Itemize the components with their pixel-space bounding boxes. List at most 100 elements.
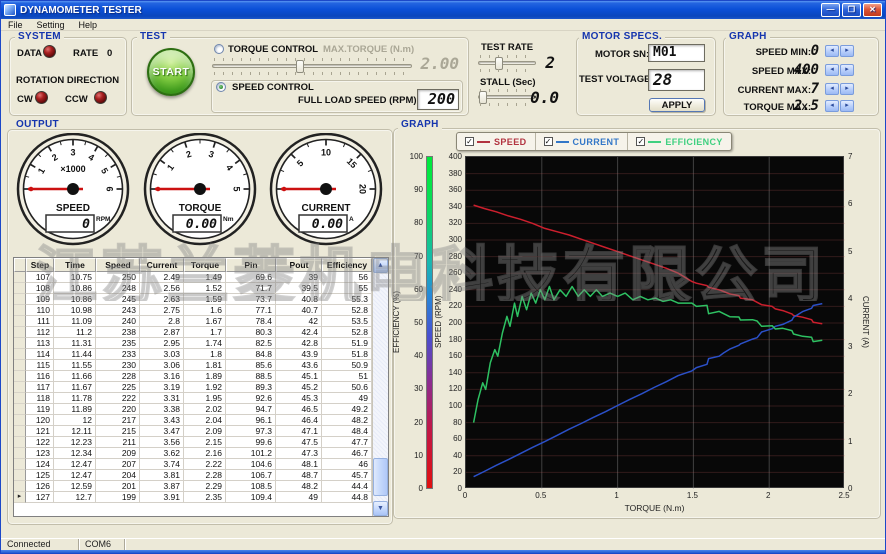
column-header-efficiency[interactable]: Efficiency [322,258,372,272]
row-selector[interactable] [14,470,26,481]
table-row[interactable]: 11611.662283.161.8988.545.151 [14,371,372,382]
spin-left-icon[interactable]: ◂ [825,83,839,95]
scroll-down-icon[interactable]: ▼ [373,501,388,516]
table-row[interactable]: 10910.862452.631.5973.740.855.3 [14,294,372,305]
table-row[interactable]: 11211.22382.871.780.342.452.8 [14,327,372,338]
spin-left-icon[interactable]: ◂ [825,100,839,112]
row-selector[interactable] [14,327,26,338]
scroll-up-icon[interactable]: ▲ [373,258,388,273]
row-selector[interactable] [14,448,26,459]
row-selector[interactable] [14,349,26,360]
spin-right-icon[interactable]: ▸ [840,100,854,112]
speed-max-spinner[interactable]: ◂ ▸ [825,64,854,76]
table-cell: 125 [26,470,54,481]
max-torque-slider[interactable] [212,58,412,75]
table-cell: 48.2 [276,481,322,492]
table-cell: 2.15 [184,437,226,448]
row-selector[interactable] [14,437,26,448]
table-cell: 2.95 [140,338,184,349]
table-cell: 11.2 [54,327,96,338]
column-header-current[interactable]: Current [140,258,184,272]
column-header-pout[interactable]: Pout [276,258,322,272]
table-row[interactable]: 120122173.432.0496.146.448.2 [14,415,372,426]
torque-max-spinner[interactable]: ◂ ▸ [825,100,854,112]
table-cell: 56 [322,272,372,283]
start-button[interactable]: START [147,48,195,96]
row-selector[interactable] [14,393,26,404]
speed-max-value: 400 [781,62,819,78]
row-selector[interactable] [14,316,26,327]
table-cell: 2.35 [184,492,226,503]
row-selector[interactable] [14,404,26,415]
title-bar[interactable]: DYNAMOMETER TESTER — ❐ ✕ [1,1,885,19]
axis-tick: 2.5 [833,491,855,500]
spin-right-icon[interactable]: ▸ [840,64,854,76]
table-row[interactable]: 12612.592013.872.29108.548.244.4 [14,481,372,492]
row-selector[interactable] [14,415,26,426]
spin-left-icon[interactable]: ◂ [825,45,839,57]
row-selector[interactable] [14,272,26,283]
table-row[interactable]: 10710.752502.491.4969.63956 [14,272,372,283]
row-selector[interactable] [14,371,26,382]
efficiency-checkbox[interactable]: ✓ [636,137,645,146]
axis-tick: 360 [441,185,462,194]
row-selector[interactable] [14,481,26,492]
spin-right-icon[interactable]: ▸ [840,45,854,57]
torque-control-radio[interactable] [214,44,224,54]
speed-min-spinner[interactable]: ◂ ▸ [825,45,854,57]
scrollbar-thumb[interactable] [373,458,388,496]
table-row[interactable]: 12312.342093.622.16101.247.346.7 [14,448,372,459]
row-selector[interactable] [14,382,26,393]
table-row[interactable]: 10810.862482.561.5271.739.555 [14,283,372,294]
spin-left-icon[interactable]: ◂ [825,64,839,76]
table-row[interactable]: 11010.982432.751.677.140.752.8 [14,305,372,316]
motor-sn-field[interactable]: M01 [648,44,705,62]
table-cell: 99.6 [226,437,276,448]
table-row[interactable]: 12412.472073.742.22104.648.146 [14,459,372,470]
column-header-step[interactable]: Step [26,258,54,272]
row-selector[interactable] [14,360,26,371]
apply-button[interactable]: APPLY [649,98,705,112]
table-row[interactable]: 12112.112153.472.0997.347.148.4 [14,426,372,437]
menu-help[interactable]: Help [72,19,105,31]
test-voltage-field[interactable]: 28 [648,69,705,91]
column-header-time[interactable]: Time [54,258,96,272]
table-row[interactable]: 12212.232113.562.1599.647.547.7 [14,437,372,448]
full-load-speed-field[interactable]: 200 [417,89,459,110]
minimize-button[interactable]: — [821,3,840,17]
table-cell: 3.38 [140,404,184,415]
axis-tick: 70 [400,252,423,261]
menu-file[interactable]: File [1,19,30,31]
table-row[interactable]: 12512.472043.812.28106.748.745.7 [14,470,372,481]
menu-setting[interactable]: Setting [30,19,72,31]
speed-checkbox[interactable]: ✓ [465,137,474,146]
test-rate-slider[interactable] [478,55,536,72]
column-header-torque[interactable]: Torque [184,258,226,272]
row-selector[interactable] [14,283,26,294]
table-row[interactable]: 11311.312352.951.7482.542.851.9 [14,338,372,349]
speed-control-radio[interactable] [216,82,226,92]
row-selector[interactable]: ▸ [14,492,26,503]
row-selector[interactable] [14,305,26,316]
current-max-spinner[interactable]: ◂ ▸ [825,83,854,95]
restore-button[interactable]: ❐ [842,3,861,17]
row-selector[interactable] [14,459,26,470]
row-selector[interactable] [14,426,26,437]
column-header-speed[interactable]: Speed [96,258,140,272]
close-button[interactable]: ✕ [863,3,882,17]
table-row[interactable]: ▸12712.71993.912.35109.44944.8 [14,492,372,503]
current-checkbox[interactable]: ✓ [544,137,553,146]
table-row[interactable]: 11111.092402.81.6778.44253.5 [14,316,372,327]
table-row[interactable]: 11511.552303.061.8185.643.650.9 [14,360,372,371]
spin-right-icon[interactable]: ▸ [840,83,854,95]
table-row[interactable]: 11711.672253.191.9289.345.250.6 [14,382,372,393]
table-cell: 217 [96,415,140,426]
table-row[interactable]: 11811.782223.311.9592.645.349 [14,393,372,404]
table-row[interactable]: 11911.892203.382.0294.746.549.2 [14,404,372,415]
table-scrollbar[interactable]: ▲ ▼ [372,258,388,516]
column-header-pin[interactable]: Pin [226,258,276,272]
table-row[interactable]: 11411.442333.031.884.843.951.8 [14,349,372,360]
row-selector[interactable] [14,294,26,305]
chart-legend: ✓ SPEED ✓ CURRENT ✓ EFFICIENCY [456,132,732,151]
row-selector[interactable] [14,338,26,349]
